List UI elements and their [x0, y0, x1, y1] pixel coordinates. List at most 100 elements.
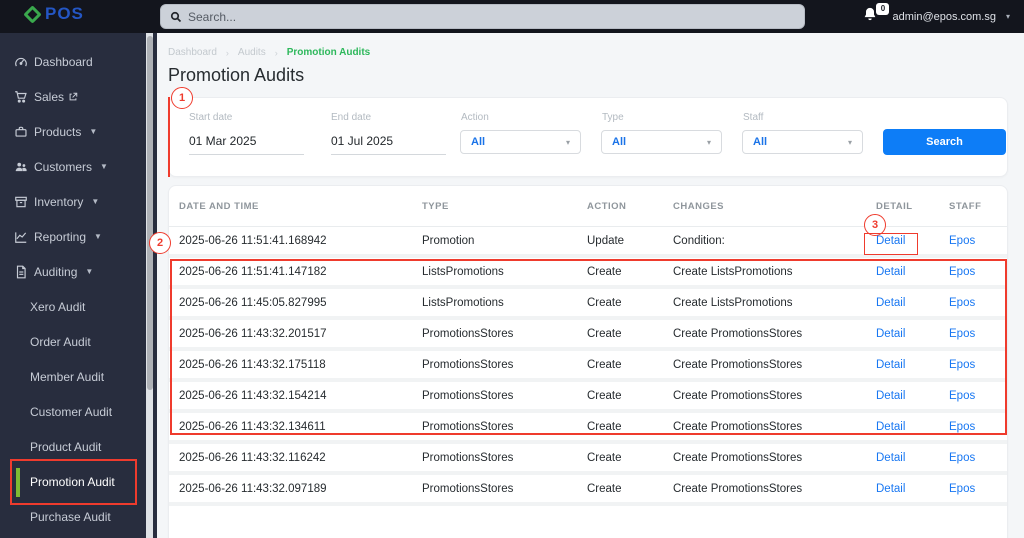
sidebar-item-sales[interactable]: Sales	[0, 79, 157, 114]
staff-link[interactable]: Epos	[949, 297, 1007, 309]
sidebar-item-customers[interactable]: Customers ▼	[0, 149, 157, 184]
sidebar-item-label: Auditing	[34, 265, 77, 279]
main-content: Dashboard › Audits › Promotion Audits Pr…	[157, 33, 1024, 538]
epos-logo-icon	[23, 5, 41, 23]
epos-logo[interactable]: POS	[26, 4, 84, 24]
cell-action: Create	[587, 452, 673, 464]
staff-select-value: All	[753, 136, 848, 148]
sidebar-scrollbar-thumb[interactable]	[147, 36, 153, 390]
sidebar-scrollbar-track[interactable]	[146, 33, 153, 538]
cell-changes: Create PromotionsStores	[673, 452, 876, 464]
cell-changes: Create ListsPromotions	[673, 297, 876, 309]
cell-datetime: 2025-06-26 11:43:32.201517	[179, 328, 422, 340]
staff-link[interactable]: Epos	[949, 359, 1007, 371]
notifications-button[interactable]: 0	[862, 6, 882, 28]
cell-type: PromotionsStores	[422, 359, 587, 371]
sidebar-item-member-audit[interactable]: Member Audit	[0, 359, 157, 394]
start-date-input[interactable]: 01 Mar 2025	[189, 134, 304, 155]
cell-datetime: 2025-06-26 11:51:41.147182	[179, 266, 422, 278]
staff-select[interactable]: All ▾	[742, 130, 863, 154]
user-area: 0 admin@epos.com.sg ▾	[862, 0, 1010, 33]
cell-action: Create	[587, 297, 673, 309]
col-header-staff: Staff	[949, 201, 1007, 212]
action-select[interactable]: All ▾	[460, 130, 581, 154]
detail-link[interactable]: Detail	[876, 359, 949, 371]
table-row: 2025-06-26 11:45:05.827995 ListsPromotio…	[169, 289, 1007, 320]
cell-type: ListsPromotions	[422, 297, 587, 309]
sidebar-subitem-label: Product Audit	[30, 440, 101, 454]
table-row: 2025-06-26 11:51:41.168942 Promotion Upd…	[169, 227, 1007, 258]
sidebar-item-inventory[interactable]: Inventory ▼	[0, 184, 157, 219]
cell-type: Promotion	[422, 235, 587, 247]
end-date-input[interactable]: 01 Jul 2025	[331, 134, 446, 155]
staff-link[interactable]: Epos	[949, 421, 1007, 433]
chevron-down-icon: ▼	[94, 232, 102, 241]
breadcrumb: Dashboard › Audits › Promotion Audits	[168, 47, 370, 58]
sidebar-item-auditing[interactable]: Auditing ▼	[0, 254, 157, 289]
detail-link[interactable]: Detail	[876, 452, 949, 464]
staff-link[interactable]: Epos	[949, 390, 1007, 402]
sidebar-item-xero-audit[interactable]: Xero Audit	[0, 289, 157, 324]
sidebar-item-reporting[interactable]: Reporting ▼	[0, 219, 157, 254]
detail-link[interactable]: Detail	[876, 297, 949, 309]
cell-datetime: 2025-06-26 11:43:32.116242	[179, 452, 422, 464]
staff-link[interactable]: Epos	[949, 452, 1007, 464]
cell-action: Create	[587, 390, 673, 402]
cell-type: PromotionsStores	[422, 390, 587, 402]
col-header-type: Type	[422, 201, 587, 212]
detail-link[interactable]: Detail	[876, 328, 949, 340]
epos-logo-text: POS	[45, 4, 84, 24]
cell-action: Update	[587, 235, 673, 247]
global-search[interactable]	[160, 4, 805, 29]
chevron-down-icon: ▼	[91, 197, 99, 206]
sidebar-item-product-audit[interactable]: Product Audit	[0, 429, 157, 464]
detail-link[interactable]: Detail	[876, 390, 949, 402]
cell-action: Create	[587, 359, 673, 371]
sidebar-item-products[interactable]: Products ▼	[0, 114, 157, 149]
sidebar-item-promotion-audit[interactable]: Promotion Audit	[0, 464, 157, 499]
staff-link[interactable]: Epos	[949, 483, 1007, 495]
action-select-value: All	[471, 136, 566, 148]
detail-link[interactable]: Detail	[876, 483, 949, 495]
type-select[interactable]: All ▾	[601, 130, 722, 154]
sidebar-item-label: Inventory	[34, 195, 83, 209]
user-menu[interactable]: admin@epos.com.sg	[892, 11, 996, 23]
staff-link[interactable]: Epos	[949, 266, 1007, 278]
sidebar-subitem-label: Customer Audit	[30, 405, 112, 419]
sidebar-subitem-label: Xero Audit	[30, 300, 85, 314]
cell-type: PromotionsStores	[422, 328, 587, 340]
cell-datetime: 2025-06-26 11:43:32.175118	[179, 359, 422, 371]
detail-link[interactable]: Detail	[876, 266, 949, 278]
breadcrumb-separator: ›	[275, 48, 278, 58]
sidebar-item-purchase-audit[interactable]: Purchase Audit	[0, 499, 157, 534]
breadcrumb-dashboard[interactable]: Dashboard	[168, 47, 217, 58]
sidebar-item-label: Products	[34, 125, 81, 139]
chevron-down-icon: ▼	[89, 127, 97, 136]
sidebar-item-dashboard[interactable]: Dashboard	[0, 44, 157, 79]
chevron-down-icon: ▼	[100, 162, 108, 171]
staff-link[interactable]: Epos	[949, 328, 1007, 340]
archive-icon	[13, 194, 28, 209]
sidebar-item-label: Reporting	[34, 230, 86, 244]
table-row: 2025-06-26 11:43:32.154214 PromotionsSto…	[169, 382, 1007, 413]
breadcrumb-audits[interactable]: Audits	[238, 47, 266, 58]
search-input[interactable]	[188, 10, 795, 24]
col-header-action: Action	[587, 201, 673, 212]
sidebar-subitem-label: Promotion Audit	[30, 475, 115, 489]
sidebar-item-label: Sales	[34, 90, 64, 104]
file-icon	[13, 264, 28, 279]
type-select-value: All	[612, 136, 707, 148]
cell-type: PromotionsStores	[422, 421, 587, 433]
col-header-detail: Detail	[876, 201, 949, 212]
detail-link[interactable]: Detail	[876, 235, 949, 247]
sidebar-item-order-audit[interactable]: Order Audit	[0, 324, 157, 359]
staff-link[interactable]: Epos	[949, 235, 1007, 247]
sidebar-item-customer-audit[interactable]: Customer Audit	[0, 394, 157, 429]
search-button[interactable]: Search	[883, 129, 1006, 155]
cell-datetime: 2025-06-26 11:43:32.134611	[179, 421, 422, 433]
col-header-changes: Changes	[673, 201, 876, 212]
detail-link[interactable]: Detail	[876, 421, 949, 433]
chevron-down-icon: ▾	[566, 138, 570, 147]
search-icon	[170, 11, 182, 23]
cell-type: PromotionsStores	[422, 452, 587, 464]
